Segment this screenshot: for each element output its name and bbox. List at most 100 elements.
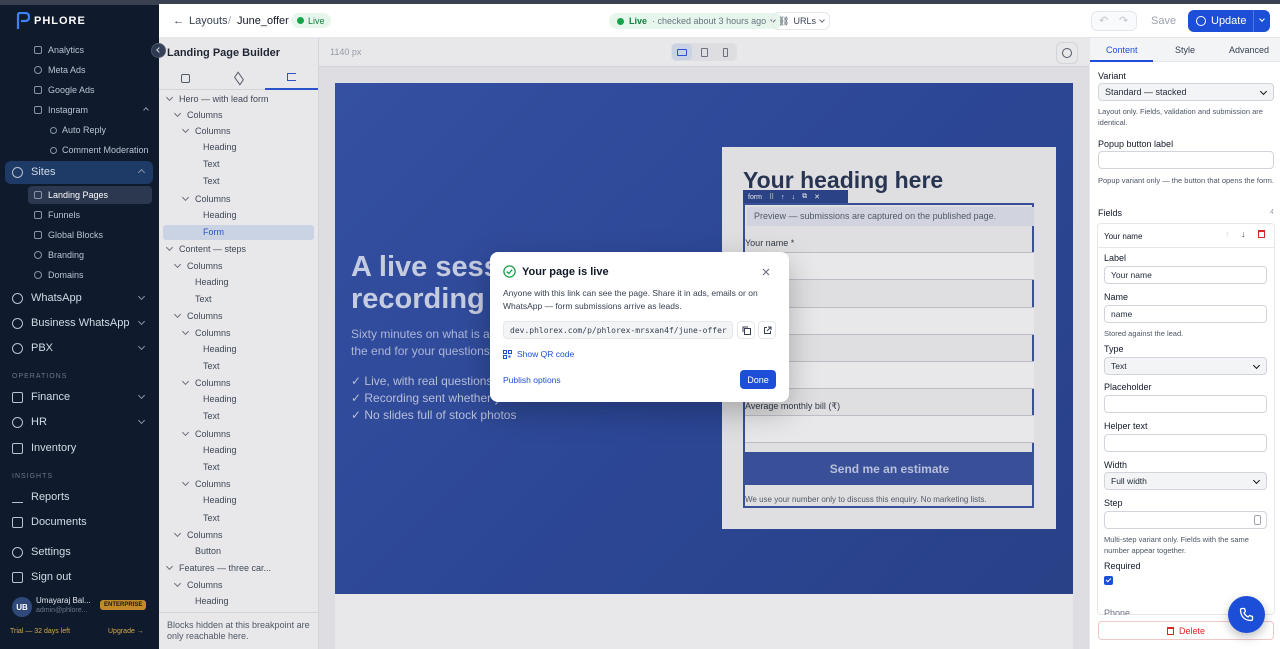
save-button[interactable]: Save [1151, 15, 1176, 27]
sidebar-item-meta-ads[interactable]: Meta Ads [34, 63, 86, 77]
reply-icon [50, 126, 57, 134]
section-label-operations: OPERATIONS [12, 373, 68, 380]
chevron-down-icon [137, 317, 146, 326]
brand-logo[interactable]: PHLORE [16, 12, 86, 30]
bank-icon [12, 391, 23, 403]
trash-icon [1166, 626, 1174, 635]
popup-label: Popup button label [1098, 139, 1174, 149]
placeholder-input[interactable] [1104, 395, 1267, 413]
sidebar-item-pbx[interactable]: PBX [12, 338, 154, 358]
check-circle-icon [503, 265, 516, 278]
sidebar-item-hr[interactable]: HR [12, 412, 154, 432]
sidebar-item-comment-moderation[interactable]: Comment Moderation [50, 143, 149, 157]
sidebar-item-sites[interactable]: Sites [12, 162, 154, 182]
urls-button[interactable]: ⛓ URLs [772, 12, 830, 30]
sidebar-item-reports[interactable]: Reports [12, 487, 154, 507]
step-help: Multi-step variant only. Fields with the… [1104, 535, 1249, 555]
field-label-input[interactable]: Your name [1104, 266, 1267, 284]
sidebar-item-landing-pages[interactable]: Landing Pages [34, 188, 108, 202]
placeholder-label: Placeholder [1104, 382, 1152, 392]
tab-style[interactable]: Style [1175, 45, 1195, 55]
stepper-icon[interactable] [1254, 515, 1261, 525]
variant-help: Layout only. Fields, validation and subm… [1098, 107, 1263, 127]
next-field-phone[interactable]: Phone [1104, 608, 1130, 615]
trend-icon [12, 492, 23, 503]
phlore-logo-icon [16, 12, 30, 29]
show-qr-link[interactable]: Show QR code [503, 349, 574, 359]
builder-topbar: ← Layouts / June_offer Live Live · check… [159, 0, 1280, 38]
variant-select[interactable]: Standard — stacked [1098, 83, 1274, 101]
sidebar-item-domains[interactable]: Domains [34, 268, 84, 282]
chevron-down-icon[interactable] [1259, 16, 1265, 22]
section-label-insights: INSIGHTS [12, 473, 54, 480]
field-name-label: Name [1104, 292, 1129, 302]
user-profile[interactable]: UB Umayaraj Bal... admin@phlore... ENTER… [6, 593, 154, 621]
logout-icon [12, 571, 23, 583]
meta-icon [34, 66, 42, 74]
sidebar-item-google-ads[interactable]: Google Ads [34, 83, 95, 97]
field-type-select[interactable]: Text [1104, 357, 1267, 375]
trial-notice: Trial — 32 days left [10, 628, 71, 635]
sidebar-item-sign-out[interactable]: Sign out [12, 567, 154, 587]
sidebar-item-settings[interactable]: Settings [12, 542, 154, 562]
publish-status[interactable]: Live · checked about 3 hours ago [609, 13, 784, 29]
open-url-button[interactable] [758, 321, 776, 339]
update-button[interactable]: Update [1188, 10, 1270, 32]
funnel-icon [34, 211, 42, 219]
redo-icon[interactable]: ↷ [1119, 14, 1128, 27]
inspector-tabs: Content Style Advanced [1090, 38, 1280, 62]
sidebar-item-finance[interactable]: Finance [12, 387, 154, 407]
helper-text-input[interactable] [1104, 434, 1267, 452]
avatar: UB [12, 597, 32, 617]
back-to-layouts[interactable]: ← Layouts [173, 15, 228, 27]
people-icon [12, 416, 23, 428]
tab-advanced[interactable]: Advanced [1229, 45, 1269, 55]
trash-icon[interactable] [1258, 230, 1265, 238]
step-input[interactable] [1104, 511, 1267, 529]
globe-live-icon [297, 17, 304, 24]
sidebar-item-business-whatsapp[interactable]: Business WhatsApp [12, 313, 154, 333]
chevron-down-icon [819, 17, 825, 23]
fields-count: 4 [1270, 209, 1274, 216]
page-title: June_offer [237, 15, 289, 27]
close-icon[interactable] [762, 268, 770, 276]
sidebar-item-whatsapp[interactable]: WhatsApp [12, 288, 154, 308]
call-fab-button[interactable] [1228, 596, 1265, 633]
chevron-down-icon [137, 292, 146, 301]
chevron-down-icon [137, 416, 146, 425]
chevron-up-icon [143, 107, 149, 113]
publish-options-link[interactable]: Publish options [503, 375, 561, 385]
sidebar-item-branding[interactable]: Branding [34, 248, 84, 262]
comment-icon [50, 146, 57, 154]
sidebar-item-auto-reply[interactable]: Auto Reply [50, 123, 106, 137]
popup-input[interactable] [1098, 151, 1274, 169]
live-url-field[interactable]: dev.phlorex.com/p/phlorex-mrsxan4f/june-… [503, 321, 733, 339]
sidebar-item-analytics[interactable]: Analytics [34, 43, 84, 57]
copy-url-button[interactable] [737, 321, 755, 339]
variant-label: Variant [1098, 71, 1126, 81]
sidebar-item-inventory[interactable]: Inventory [12, 438, 154, 458]
undo-icon[interactable]: ↶ [1099, 14, 1108, 27]
field-editor-header[interactable]: Your name ↑ ↓ [1098, 224, 1274, 248]
gear-icon [12, 546, 23, 558]
sidebar-item-instagram[interactable]: Instagram [34, 103, 152, 117]
inspector-panel: Content Style Advanced Variant Standard … [1089, 38, 1280, 649]
sidebar-item-funnels[interactable]: Funnels [34, 208, 80, 222]
field-type-label: Type [1104, 344, 1124, 354]
field-name-input[interactable]: name [1104, 305, 1267, 323]
breadcrumb-separator: / [228, 15, 232, 27]
sidebar-item-global-blocks[interactable]: Global Blocks [34, 228, 103, 242]
phone-icon [1239, 607, 1254, 622]
chevron-up-icon [137, 168, 146, 177]
tab-content[interactable]: Content [1106, 45, 1138, 55]
sidebar-item-documents[interactable]: Documents [12, 512, 154, 532]
move-up-icon[interactable]: ↑ [1225, 229, 1230, 239]
undo-redo-group: ↶ ↷ [1091, 11, 1137, 31]
move-down-icon[interactable]: ↓ [1241, 229, 1246, 239]
required-checkbox[interactable] [1104, 576, 1113, 585]
fields-label: Fields [1098, 208, 1123, 218]
width-select[interactable]: Full width [1104, 472, 1267, 490]
upgrade-link[interactable]: Upgrade → [108, 628, 144, 635]
popup-help: Popup variant only — the button that ope… [1098, 176, 1274, 185]
done-button[interactable]: Done [740, 370, 776, 389]
